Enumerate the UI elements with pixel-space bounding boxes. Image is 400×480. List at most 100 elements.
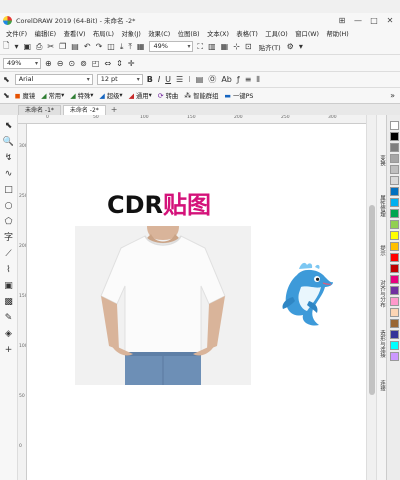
- shadow-tool-icon[interactable]: ▣: [1, 278, 17, 294]
- ellipse-tool-icon[interactable]: ○: [1, 198, 17, 214]
- dolphin-illustration[interactable]: [279, 261, 335, 331]
- palette-swatch[interactable]: [390, 352, 399, 361]
- menu-help[interactable]: 帮助(H): [326, 29, 348, 38]
- drop-cap-icon[interactable]: ▤: [196, 75, 204, 84]
- publish-pdf-icon[interactable]: ▦: [137, 42, 145, 51]
- docker-hints[interactable]: 提示: [378, 245, 386, 256]
- menu-file[interactable]: 文件(F): [6, 29, 27, 38]
- plugin-smart-group[interactable]: ⁂ 智能群组: [184, 91, 218, 101]
- docker-connect[interactable]: 连接: [378, 380, 386, 391]
- minimize-button[interactable]: —: [350, 16, 366, 25]
- plugin-super[interactable]: ◢ 超级 ▾: [99, 91, 122, 101]
- bold-button[interactable]: B: [147, 75, 153, 84]
- palette-swatch[interactable]: [390, 132, 399, 141]
- zoom-to-selection-icon[interactable]: ⊙: [68, 59, 75, 68]
- artistic-media-icon[interactable]: ∿: [1, 166, 17, 182]
- menu-tools[interactable]: 工具(O): [265, 29, 287, 38]
- plugin-common[interactable]: ◢ 常用 ▾: [41, 91, 64, 101]
- rectangle-tool-icon[interactable]: □: [1, 182, 17, 198]
- export-icon[interactable]: ⤒: [128, 42, 132, 52]
- plugin-general[interactable]: ◢ 通用 ▾: [129, 91, 152, 101]
- restore-layout-icon[interactable]: ⊞: [334, 16, 350, 25]
- text-properties-icon[interactable]: Ⓞ: [208, 74, 216, 85]
- scrollbar-thumb[interactable]: [369, 205, 375, 395]
- palette-swatch[interactable]: [390, 297, 399, 306]
- dropdown-icon[interactable]: ▾: [299, 42, 303, 51]
- palette-swatch[interactable]: [390, 187, 399, 196]
- text-tool-icon[interactable]: 字: [1, 230, 17, 246]
- menu-effects[interactable]: 效果(C): [148, 29, 170, 38]
- palette-swatch[interactable]: [390, 253, 399, 262]
- add-tool-icon[interactable]: +: [1, 342, 17, 358]
- palette-swatch[interactable]: [390, 209, 399, 218]
- drawing-canvas[interactable]: CDR贴图: [27, 124, 366, 480]
- show-guidelines-icon[interactable]: ⊹: [233, 42, 240, 51]
- search-content-icon[interactable]: ◫: [107, 42, 115, 51]
- polygon-tool-icon[interactable]: ⬠: [1, 214, 17, 230]
- docker-properties[interactable]: 属性管理: [378, 195, 386, 217]
- palette-swatch[interactable]: [390, 165, 399, 174]
- zoom-level-combo[interactable]: 49% ▾: [149, 41, 194, 52]
- new-document-icon[interactable]: 🗋: [3, 40, 9, 54]
- redo-icon[interactable]: ↷: [96, 42, 103, 51]
- italic-button[interactable]: I: [158, 75, 160, 84]
- docker-shaping[interactable]: 造形与连接: [378, 330, 386, 358]
- snap-to-button[interactable]: 贴齐(T): [259, 42, 281, 52]
- palette-swatch[interactable]: [390, 220, 399, 229]
- zoom-page-width-icon[interactable]: ⇔: [104, 59, 111, 68]
- palette-swatch[interactable]: [390, 275, 399, 284]
- maximize-button[interactable]: □: [366, 16, 382, 25]
- paste-icon[interactable]: ▤: [71, 42, 79, 51]
- palette-swatch[interactable]: [390, 121, 399, 130]
- save-icon[interactable]: ▣: [23, 42, 31, 51]
- palette-swatch[interactable]: [390, 330, 399, 339]
- import-icon[interactable]: ⤓: [120, 42, 124, 52]
- font-size-combo[interactable]: 12 pt ▾: [96, 74, 143, 85]
- menu-table[interactable]: 表格(T): [236, 29, 257, 38]
- zoom-to-page-icon[interactable]: ◰: [92, 59, 100, 68]
- dimension-tool-icon[interactable]: ⟋: [1, 246, 17, 262]
- palette-swatch[interactable]: [390, 143, 399, 152]
- zoom-in-icon[interactable]: ⊕: [45, 59, 52, 68]
- edit-text-icon[interactable]: Ab: [221, 75, 232, 84]
- canvas-heading[interactable]: CDR贴图: [107, 185, 211, 220]
- underline-button[interactable]: U: [165, 75, 171, 84]
- menu-bitmaps[interactable]: 位图(B): [178, 29, 200, 38]
- show-rulers-icon[interactable]: ▥: [208, 42, 216, 51]
- docker-transform[interactable]: 变换: [378, 155, 386, 166]
- docker-align-distribute[interactable]: 对齐与分布: [378, 280, 386, 308]
- undo-icon[interactable]: ↶: [84, 42, 91, 51]
- freehand-tool-icon[interactable]: ↯: [1, 150, 17, 166]
- palette-swatch[interactable]: [390, 286, 399, 295]
- zoom-page-height-icon[interactable]: ⇕: [116, 59, 123, 68]
- plugin-mojing[interactable]: ◼ 魔镜: [15, 91, 35, 101]
- zoom-all-objects-icon[interactable]: ⊚: [80, 59, 87, 68]
- palette-swatch[interactable]: [390, 231, 399, 240]
- zoom-combo[interactable]: 49% ▾: [3, 57, 41, 69]
- menu-object[interactable]: 对象(J): [121, 29, 140, 38]
- palette-swatch[interactable]: [390, 198, 399, 207]
- eyedropper-tool-icon[interactable]: ✎: [1, 310, 17, 326]
- print-icon[interactable]: ⎙: [36, 42, 42, 52]
- snap-icon[interactable]: ⊡: [245, 42, 252, 51]
- options-gear-icon[interactable]: ⚙: [287, 42, 294, 51]
- palette-swatch[interactable]: [390, 242, 399, 251]
- cut-icon[interactable]: ✂: [47, 42, 54, 51]
- zoom-tool-icon[interactable]: 🔍: [1, 134, 17, 150]
- new-tab-button[interactable]: +: [111, 105, 118, 115]
- menu-window[interactable]: 窗口(W): [295, 29, 319, 38]
- horizontal-text-icon[interactable]: ≡: [245, 75, 252, 84]
- open-icon[interactable]: ▾: [14, 42, 18, 51]
- menu-layout[interactable]: 布局(L): [93, 29, 114, 38]
- plugin-special[interactable]: ◢ 特殊 ▾: [70, 91, 93, 101]
- palette-swatch[interactable]: [390, 308, 399, 317]
- fx-icon[interactable]: ƒ: [237, 75, 240, 84]
- close-button[interactable]: ✕: [382, 16, 398, 25]
- connector-tool-icon[interactable]: ⌇: [1, 262, 17, 278]
- text-align-icon[interactable]: ☰: [176, 75, 183, 84]
- tshirt-model-photo[interactable]: [75, 226, 251, 385]
- tab-doc-1[interactable]: 未命名 -1*: [18, 105, 61, 115]
- menu-view[interactable]: 查看(V): [64, 29, 86, 38]
- tab-doc-2[interactable]: 未命名 -2*: [62, 105, 106, 115]
- palette-swatch[interactable]: [390, 154, 399, 163]
